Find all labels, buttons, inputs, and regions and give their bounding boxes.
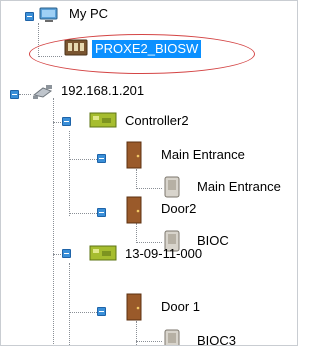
collapse-toggle[interactable]	[62, 249, 71, 258]
collapse-toggle[interactable]	[97, 307, 106, 316]
door-icon	[126, 141, 142, 169]
tree-line	[136, 341, 162, 342]
collapse-toggle[interactable]	[97, 208, 106, 217]
collapse-toggle[interactable]	[10, 90, 19, 99]
highlight-ring	[29, 34, 255, 74]
tree-node-host[interactable]: 192.168.1.201	[61, 83, 144, 99]
tree-line	[136, 242, 162, 243]
tree-line	[69, 159, 99, 160]
tree-line	[136, 169, 137, 189]
tree-line	[136, 321, 137, 345]
computer-icon	[39, 7, 58, 22]
tree-node-reader-main-entrance[interactable]: Main Entrance	[197, 179, 281, 195]
tree-line	[19, 94, 31, 95]
tree-line	[136, 188, 162, 189]
door-icon	[126, 293, 142, 321]
tree-line	[69, 312, 99, 313]
controller-board-icon	[89, 112, 117, 128]
tree-node-my-pc[interactable]: My PC	[69, 6, 108, 22]
tree-node-door2[interactable]: Door2	[161, 201, 196, 217]
tree-line	[53, 98, 54, 345]
collapse-toggle[interactable]	[25, 12, 34, 21]
tree-node-door-1[interactable]: Door 1	[161, 299, 200, 315]
controller-board-icon	[89, 245, 117, 261]
tree-node-controller2[interactable]: Controller2	[125, 113, 189, 129]
tree-line	[69, 131, 70, 216]
collapse-toggle[interactable]	[62, 117, 71, 126]
network-camera-icon	[32, 85, 53, 99]
tree-line	[69, 263, 70, 345]
reader-icon	[164, 176, 180, 198]
collapse-toggle[interactable]	[97, 154, 106, 163]
tree-line	[69, 213, 99, 214]
tree-node-reader-bioc3[interactable]: BIOC3	[197, 333, 236, 345]
tree-node-door-main-entrance[interactable]: Main Entrance	[161, 147, 245, 163]
reader-icon	[164, 329, 180, 345]
door-icon	[126, 196, 142, 224]
device-tree-panel: My PC PROXE2_BIOSW 192.168.1.201 Control…	[0, 0, 298, 346]
tree-node-controller-13-09-11-000[interactable]: 13-09-11-000	[125, 246, 202, 262]
tree-line	[136, 223, 137, 243]
